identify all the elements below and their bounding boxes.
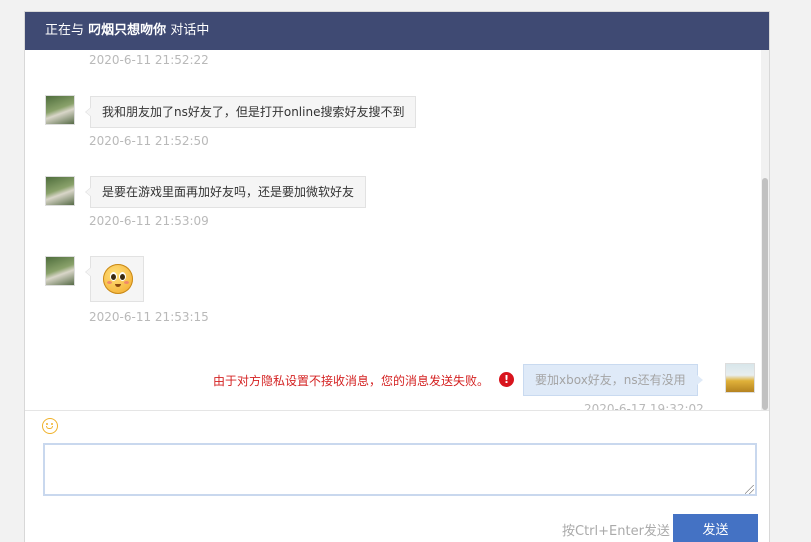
my-avatar[interactable] [725, 363, 755, 393]
message-bubble: 我和朋友加了ns好友了，但是打开online搜索好友搜不到 [84, 96, 417, 128]
message-timestamp: 2020-6-11 21:52:22 [89, 53, 209, 67]
contact-name[interactable]: 叼烟只想吻你 [88, 23, 166, 38]
message-bubble [85, 256, 144, 302]
scrollbar-thumb[interactable] [762, 178, 768, 410]
resize-grip-icon[interactable] [745, 485, 754, 494]
contact-avatar[interactable] [45, 256, 75, 286]
message-list[interactable]: 2020-6-11 21:52:22 我和朋友加了ns好友了，但是打开onlin… [25, 50, 769, 410]
message-timestamp: 2020-6-11 21:53:15 [89, 310, 209, 324]
smile-icon[interactable] [42, 418, 58, 434]
composer-divider [25, 410, 769, 411]
header-suffix: 对话中 [170, 23, 210, 38]
message-timestamp: 2020-6-11 21:53:09 [89, 214, 209, 228]
message-timestamp: 2020-6-11 21:52:50 [89, 134, 209, 148]
message-timestamp: 2020-6-17 19:32:02 [584, 402, 704, 410]
send-button[interactable]: 发送 [673, 514, 758, 542]
chat-window: 正在与 叼烟只想吻你 对话中 2020-6-11 21:52:22 我和朋友加了… [24, 11, 770, 542]
error-icon[interactable]: ! [499, 372, 514, 387]
shy-face-emoji [103, 264, 133, 294]
contact-avatar[interactable] [45, 176, 75, 206]
send-shortcut-hint: 按Ctrl+Enter发送 [562, 524, 670, 539]
header-prefix: 正在与 [45, 23, 85, 38]
my-message-bubble: 要加xbox好友，ns还有没用 [523, 364, 703, 396]
chat-header: 正在与 叼烟只想吻你 对话中 [25, 12, 769, 50]
message-input[interactable] [43, 443, 757, 496]
message-bubble: 是要在游戏里面再加好友吗，还是要加微软好友 [84, 176, 367, 208]
contact-avatar[interactable] [45, 95, 75, 125]
send-failed-message: 由于对方隐私设置不接收消息，您的消息发送失败。 [213, 374, 490, 388]
